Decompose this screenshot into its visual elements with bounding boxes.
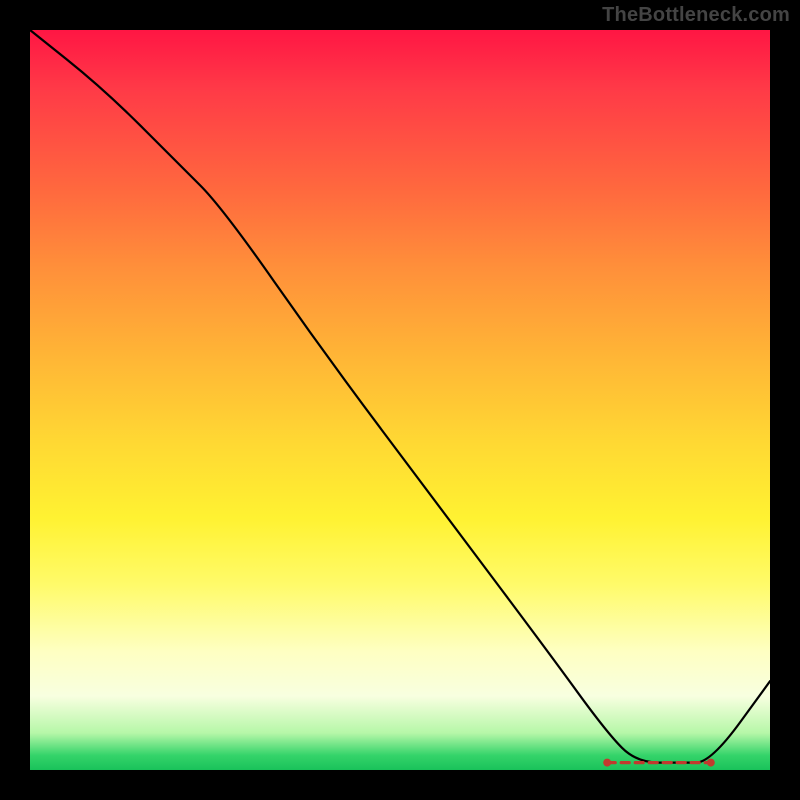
optimal-region-dot-right (707, 759, 715, 767)
watermark-text: TheBottleneck.com (602, 4, 790, 27)
chart-frame: TheBottleneck.com (0, 0, 800, 800)
optimal-region-dot-left (603, 759, 611, 767)
plot-area (30, 30, 770, 770)
bottleneck-curve (30, 30, 770, 763)
curve-svg (30, 30, 770, 770)
